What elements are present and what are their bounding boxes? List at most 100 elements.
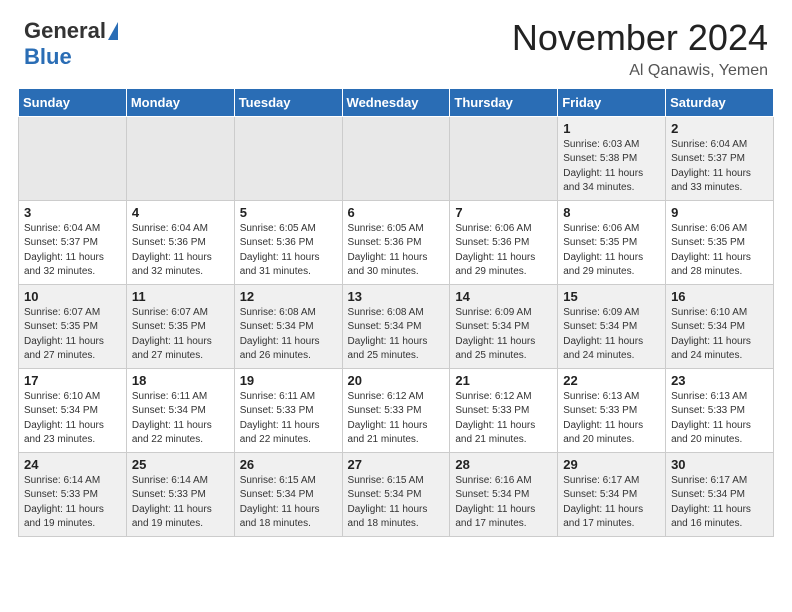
day-info: Sunrise: 6:14 AM Sunset: 5:33 PM Dayligh… bbox=[24, 474, 121, 532]
calendar-cell: 20 Sunrise: 6:12 AM Sunset: 5:33 PM Dayli… bbox=[342, 368, 450, 452]
day-number: 17 bbox=[24, 373, 121, 388]
calendar-table: SundayMondayTuesdayWednesdayThursdayFrid… bbox=[18, 88, 774, 537]
day-info: Sunrise: 6:11 AM Sunset: 5:33 PM Dayligh… bbox=[240, 390, 337, 448]
weekday-header: Tuesday bbox=[234, 88, 342, 116]
calendar-cell: 15Sunrise: 6:09 AM Sunset: 5:34 PM Dayli… bbox=[558, 284, 666, 368]
day-number: 10 bbox=[24, 289, 121, 304]
day-info: Sunrise: 6:05 AM Sunset: 5:36 PM Dayligh… bbox=[240, 222, 337, 280]
day-number: 19 bbox=[240, 373, 337, 388]
day-number: 25 bbox=[132, 457, 229, 472]
day-info: Sunrise: 6:04 AM Sunset: 5:37 PM Dayligh… bbox=[24, 222, 121, 280]
title-block: November 2024 Al Qanawis, Yemen bbox=[512, 18, 768, 80]
weekday-header: Wednesday bbox=[342, 88, 450, 116]
day-number: 4 bbox=[132, 205, 229, 220]
day-info: Sunrise: 6:06 AM Sunset: 5:35 PM Dayligh… bbox=[671, 222, 768, 280]
day-info: Sunrise: 6:08 AM Sunset: 5:34 PM Dayligh… bbox=[348, 306, 445, 364]
day-number: 1 bbox=[563, 121, 660, 136]
calendar-cell bbox=[19, 116, 127, 200]
day-info: Sunrise: 6:15 AM Sunset: 5:34 PM Dayligh… bbox=[240, 474, 337, 532]
calendar-cell: 25 Sunrise: 6:14 AM Sunset: 5:33 PM Dayli… bbox=[126, 452, 234, 536]
calendar-cell: 27 Sunrise: 6:15 AM Sunset: 5:34 PM Dayli… bbox=[342, 452, 450, 536]
day-info: Sunrise: 6:12 AM Sunset: 5:33 PM Dayligh… bbox=[348, 390, 445, 448]
day-info: Sunrise: 6:06 AM Sunset: 5:35 PM Dayligh… bbox=[563, 222, 660, 280]
day-number: 23 bbox=[671, 373, 768, 388]
day-info: Sunrise: 6:10 AM Sunset: 5:34 PM Dayligh… bbox=[671, 306, 768, 364]
day-number: 22 bbox=[563, 373, 660, 388]
calendar-cell: 19 Sunrise: 6:11 AM Sunset: 5:33 PM Dayli… bbox=[234, 368, 342, 452]
day-number: 3 bbox=[24, 205, 121, 220]
day-number: 20 bbox=[348, 373, 445, 388]
day-info: Sunrise: 6:11 AM Sunset: 5:34 PM Dayligh… bbox=[132, 390, 229, 448]
day-number: 8 bbox=[563, 205, 660, 220]
day-info: Sunrise: 6:08 AM Sunset: 5:34 PM Dayligh… bbox=[240, 306, 337, 364]
logo-general: General bbox=[24, 18, 106, 44]
day-number: 2 bbox=[671, 121, 768, 136]
calendar-cell: 11 Sunrise: 6:07 AM Sunset: 5:35 PM Dayli… bbox=[126, 284, 234, 368]
day-number: 26 bbox=[240, 457, 337, 472]
day-number: 24 bbox=[24, 457, 121, 472]
weekday-header: Friday bbox=[558, 88, 666, 116]
logo: General Blue bbox=[24, 18, 118, 70]
day-number: 5 bbox=[240, 205, 337, 220]
day-info: Sunrise: 6:15 AM Sunset: 5:34 PM Dayligh… bbox=[348, 474, 445, 532]
day-info: Sunrise: 6:04 AM Sunset: 5:37 PM Dayligh… bbox=[671, 138, 768, 196]
month-title: November 2024 bbox=[512, 18, 768, 58]
day-info: Sunrise: 6:09 AM Sunset: 5:34 PM Dayligh… bbox=[455, 306, 552, 364]
calendar-cell bbox=[126, 116, 234, 200]
calendar-cell: 12 Sunrise: 6:08 AM Sunset: 5:34 PM Dayli… bbox=[234, 284, 342, 368]
location: Al Qanawis, Yemen bbox=[512, 62, 768, 80]
day-info: Sunrise: 6:06 AM Sunset: 5:36 PM Dayligh… bbox=[455, 222, 552, 280]
calendar-cell: 9 Sunrise: 6:06 AM Sunset: 5:35 PM Daylig… bbox=[666, 200, 774, 284]
logo-blue: Blue bbox=[24, 44, 72, 70]
calendar-cell: 7 Sunrise: 6:06 AM Sunset: 5:36 PM Daylig… bbox=[450, 200, 558, 284]
calendar-cell bbox=[234, 116, 342, 200]
day-number: 11 bbox=[132, 289, 229, 304]
day-number: 29 bbox=[563, 457, 660, 472]
calendar-cell: 30Sunrise: 6:17 AM Sunset: 5:34 PM Dayli… bbox=[666, 452, 774, 536]
day-info: Sunrise: 6:13 AM Sunset: 5:33 PM Dayligh… bbox=[563, 390, 660, 448]
page-header: General Blue November 2024 Al Qanawis, Y… bbox=[0, 0, 792, 88]
calendar-cell: 21 Sunrise: 6:12 AM Sunset: 5:33 PM Dayli… bbox=[450, 368, 558, 452]
day-number: 28 bbox=[455, 457, 552, 472]
day-info: Sunrise: 6:04 AM Sunset: 5:36 PM Dayligh… bbox=[132, 222, 229, 280]
day-number: 12 bbox=[240, 289, 337, 304]
weekday-header: Thursday bbox=[450, 88, 558, 116]
day-info: Sunrise: 6:10 AM Sunset: 5:34 PM Dayligh… bbox=[24, 390, 121, 448]
day-info: Sunrise: 6:07 AM Sunset: 5:35 PM Dayligh… bbox=[24, 306, 121, 364]
calendar-cell: 26 Sunrise: 6:15 AM Sunset: 5:34 PM Dayli… bbox=[234, 452, 342, 536]
day-number: 7 bbox=[455, 205, 552, 220]
day-number: 18 bbox=[132, 373, 229, 388]
day-info: Sunrise: 6:14 AM Sunset: 5:33 PM Dayligh… bbox=[132, 474, 229, 532]
logo-icon bbox=[108, 22, 118, 40]
day-info: Sunrise: 6:05 AM Sunset: 5:36 PM Dayligh… bbox=[348, 222, 445, 280]
calendar-cell: 6 Sunrise: 6:05 AM Sunset: 5:36 PM Daylig… bbox=[342, 200, 450, 284]
day-number: 21 bbox=[455, 373, 552, 388]
calendar-cell: 24 Sunrise: 6:14 AM Sunset: 5:33 PM Dayli… bbox=[19, 452, 127, 536]
day-number: 6 bbox=[348, 205, 445, 220]
weekday-header: Sunday bbox=[19, 88, 127, 116]
day-number: 13 bbox=[348, 289, 445, 304]
calendar-cell: 18 Sunrise: 6:11 AM Sunset: 5:34 PM Dayli… bbox=[126, 368, 234, 452]
day-info: Sunrise: 6:03 AM Sunset: 5:38 PM Dayligh… bbox=[563, 138, 660, 196]
calendar-cell: 1 Sunrise: 6:03 AM Sunset: 5:38 PM Daylig… bbox=[558, 116, 666, 200]
calendar-cell: 29Sunrise: 6:17 AM Sunset: 5:34 PM Dayli… bbox=[558, 452, 666, 536]
day-number: 16 bbox=[671, 289, 768, 304]
calendar-cell: 3 Sunrise: 6:04 AM Sunset: 5:37 PM Daylig… bbox=[19, 200, 127, 284]
weekday-header: Monday bbox=[126, 88, 234, 116]
day-number: 15 bbox=[563, 289, 660, 304]
day-number: 14 bbox=[455, 289, 552, 304]
calendar-cell: 14 Sunrise: 6:09 AM Sunset: 5:34 PM Dayli… bbox=[450, 284, 558, 368]
day-number: 30 bbox=[671, 457, 768, 472]
calendar-cell: 28 Sunrise: 6:16 AM Sunset: 5:34 PM Dayli… bbox=[450, 452, 558, 536]
calendar-cell: 13 Sunrise: 6:08 AM Sunset: 5:34 PM Dayli… bbox=[342, 284, 450, 368]
calendar-cell: 4 Sunrise: 6:04 AM Sunset: 5:36 PM Daylig… bbox=[126, 200, 234, 284]
calendar-cell: 10 Sunrise: 6:07 AM Sunset: 5:35 PM Dayli… bbox=[19, 284, 127, 368]
day-number: 9 bbox=[671, 205, 768, 220]
day-number: 27 bbox=[348, 457, 445, 472]
calendar-cell: 17 Sunrise: 6:10 AM Sunset: 5:34 PM Dayli… bbox=[19, 368, 127, 452]
day-info: Sunrise: 6:07 AM Sunset: 5:35 PM Dayligh… bbox=[132, 306, 229, 364]
day-info: Sunrise: 6:13 AM Sunset: 5:33 PM Dayligh… bbox=[671, 390, 768, 448]
calendar-cell bbox=[342, 116, 450, 200]
day-info: Sunrise: 6:12 AM Sunset: 5:33 PM Dayligh… bbox=[455, 390, 552, 448]
day-info: Sunrise: 6:16 AM Sunset: 5:34 PM Dayligh… bbox=[455, 474, 552, 532]
